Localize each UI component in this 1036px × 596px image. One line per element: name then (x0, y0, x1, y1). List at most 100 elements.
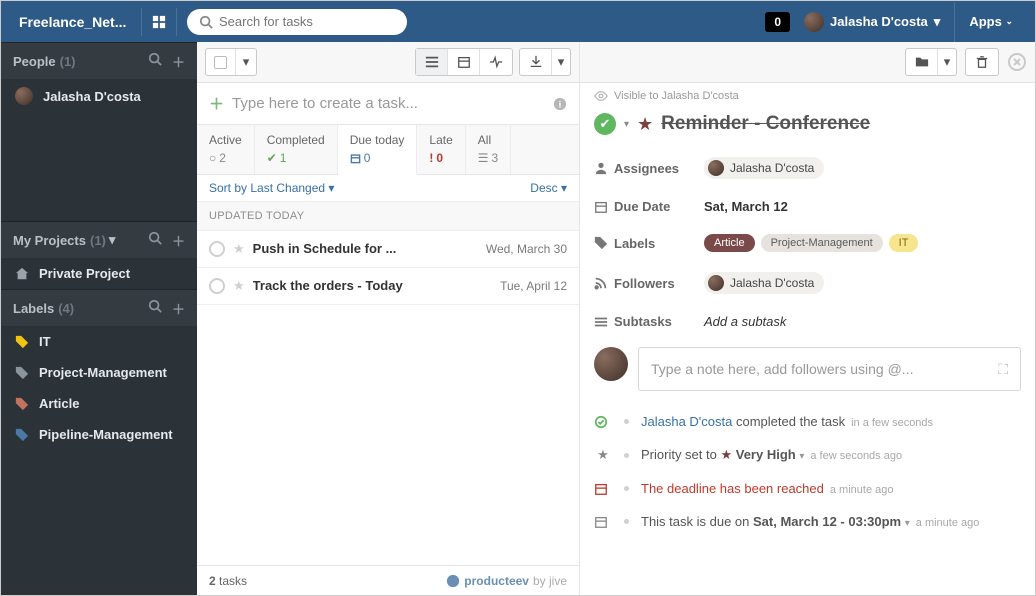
caret-down-icon[interactable]: ▾ (905, 518, 910, 529)
view-toggle[interactable] (415, 48, 513, 76)
sort-by-control[interactable]: Sort by Last Changed ▾ (209, 181, 334, 195)
star-icon[interactable]: ★ (233, 241, 245, 257)
search-icon[interactable] (148, 52, 162, 71)
task-row[interactable]: ★ Track the orders - Today Tue, April 12 (197, 268, 579, 305)
search-icon[interactable] (148, 299, 162, 318)
label-chip-article[interactable]: Article (704, 234, 755, 252)
sidebar-people-header[interactable]: People(1) ＋ (1, 43, 197, 79)
task-list-footer: 2 tasks producteev by jive (197, 565, 579, 595)
caret-down-icon[interactable]: ▾ (236, 49, 256, 75)
due-date-value[interactable]: Sat, March 12 (704, 199, 788, 214)
calendar-icon (594, 200, 608, 214)
sidebar-label-it[interactable]: IT (1, 326, 197, 357)
delete-task-button[interactable] (965, 48, 999, 76)
export-button[interactable]: ▾ (519, 48, 571, 76)
tag-icon (594, 236, 608, 250)
plus-icon[interactable]: ＋ (172, 231, 185, 250)
plus-icon[interactable]: ＋ (172, 299, 185, 318)
task-date: Tue, April 12 (500, 279, 567, 293)
info-icon[interactable]: i (553, 97, 567, 111)
tag-icon (15, 397, 29, 411)
filter-late[interactable]: Late! 0 (417, 125, 465, 174)
sidebar-label-article[interactable]: Article (1, 388, 197, 419)
label-chip-it[interactable]: IT (889, 234, 919, 252)
activity-row: Jalasha D'costa completed the taskin a f… (580, 405, 1035, 438)
assignee-chip[interactable]: Jalasha D'costa (704, 157, 824, 179)
visibility-indicator: Visible to Jalasha D'costa (580, 83, 1035, 109)
filter-active[interactable]: Active○ 2 (197, 125, 255, 174)
note-placeholder: Type a note here, add followers using @.… (651, 361, 913, 377)
select-all-control[interactable]: ▾ (205, 48, 257, 76)
apps-menu[interactable]: Apps ⌄ (954, 2, 1027, 42)
sidebar-project-item[interactable]: Private Project (1, 258, 197, 289)
avatar (804, 12, 824, 32)
search-icon (199, 15, 213, 29)
home-icon (15, 267, 29, 281)
search-input-wrapper[interactable] (187, 9, 407, 35)
trash-icon (966, 49, 998, 75)
task-row[interactable]: ★ Push in Schedule for ... Wed, March 30 (197, 231, 579, 268)
caret-down-icon: ▾ (934, 14, 941, 30)
task-detail-panel: ▾ Visible to Jalasha D'costa ✔ ▾ (580, 42, 1035, 595)
calendar-icon (594, 482, 612, 496)
filter-all[interactable]: All☰ 3 (466, 125, 511, 174)
caret-down-icon[interactable]: ▾ (109, 232, 116, 248)
notifications-badge[interactable]: 0 (765, 12, 790, 32)
complete-toggle[interactable] (209, 278, 225, 294)
filter-due-today[interactable]: Due today 0 (338, 125, 418, 175)
filter-tabs: Active○ 2 Completed✔ 1 Due today 0 Late!… (197, 125, 579, 175)
activity-view-icon[interactable] (480, 49, 512, 75)
sidebar-label-pipeline[interactable]: Pipeline-Management (1, 419, 197, 450)
check-circle-icon (594, 415, 612, 429)
follower-chip[interactable]: Jalasha D'costa (704, 272, 824, 294)
search-input[interactable] (219, 14, 395, 29)
user-menu[interactable]: Jalasha D'costa ▾ (794, 12, 950, 32)
avatar (15, 87, 33, 105)
producteev-brand: producteev by jive (446, 574, 567, 588)
tag-icon (15, 335, 29, 349)
expand-icon[interactable]: ⛶ (998, 361, 1008, 378)
sidebar-labels-header[interactable]: Labels(4) ＋ (1, 290, 197, 326)
folder-icon (906, 49, 938, 75)
caret-down-icon[interactable]: ▾ (624, 119, 629, 130)
topbar: Freelance_Net... 0 Jalasha D'costa ▾ App… (1, 1, 1035, 42)
task-complete-badge[interactable]: ✔ (594, 113, 616, 135)
new-task-placeholder: Type here to create a task... (232, 95, 418, 112)
activity-user-link[interactable]: Jalasha D'costa (641, 414, 732, 429)
star-icon: ★ (594, 447, 612, 463)
task-title[interactable]: Reminder - Conference (661, 113, 870, 135)
caret-down-icon[interactable]: ▾ (799, 451, 804, 462)
note-input[interactable]: Type a note here, add followers using @.… (638, 347, 1021, 391)
star-icon[interactable]: ★ (233, 278, 245, 294)
sidebar-label-pm[interactable]: Project-Management (1, 357, 197, 388)
tag-icon (15, 366, 29, 380)
activity-row: ★ Priority set to ★ Very High ▾a few sec… (580, 438, 1035, 472)
task-group-header: UPDATED TODAY (197, 202, 579, 231)
priority-star-icon[interactable]: ★ (637, 114, 653, 135)
sort-direction-control[interactable]: Desc ▾ (530, 181, 567, 195)
workspace-name[interactable]: Freelance_Net... (9, 14, 141, 30)
sidebar-projects-header[interactable]: My Projects(1) ▾ ＋ (1, 222, 197, 258)
sidebar: People(1) ＋ Jalasha D'costa My Projects(… (1, 42, 197, 595)
user-name: Jalasha D'costa (830, 14, 928, 29)
task-title: Track the orders - Today (253, 278, 492, 293)
move-task-button[interactable]: ▾ (905, 48, 957, 76)
label-chip-pm[interactable]: Project-Management (761, 234, 883, 252)
eye-icon (594, 89, 608, 103)
sidebar-people-item[interactable]: Jalasha D'costa (1, 79, 197, 113)
filter-completed[interactable]: Completed✔ 1 (255, 125, 338, 174)
plus-icon[interactable]: ＋ (172, 52, 185, 71)
new-task-input[interactable]: ＋ Type here to create a task... i (197, 83, 579, 125)
calendar-view-icon[interactable] (448, 49, 480, 75)
list-icon (594, 315, 608, 329)
task-list-panel: ▾ ▾ ＋ (197, 42, 580, 595)
workspace-switcher-button[interactable] (141, 8, 177, 36)
complete-toggle[interactable] (209, 241, 225, 257)
close-details-button[interactable] (1007, 52, 1027, 72)
search-icon[interactable] (148, 231, 162, 250)
activity-row: The deadline has been reacheda minute ag… (580, 472, 1035, 505)
user-icon (594, 161, 608, 175)
add-subtask-button[interactable]: Add a subtask (704, 314, 786, 329)
rss-icon (594, 276, 608, 290)
list-view-icon[interactable] (416, 49, 448, 75)
